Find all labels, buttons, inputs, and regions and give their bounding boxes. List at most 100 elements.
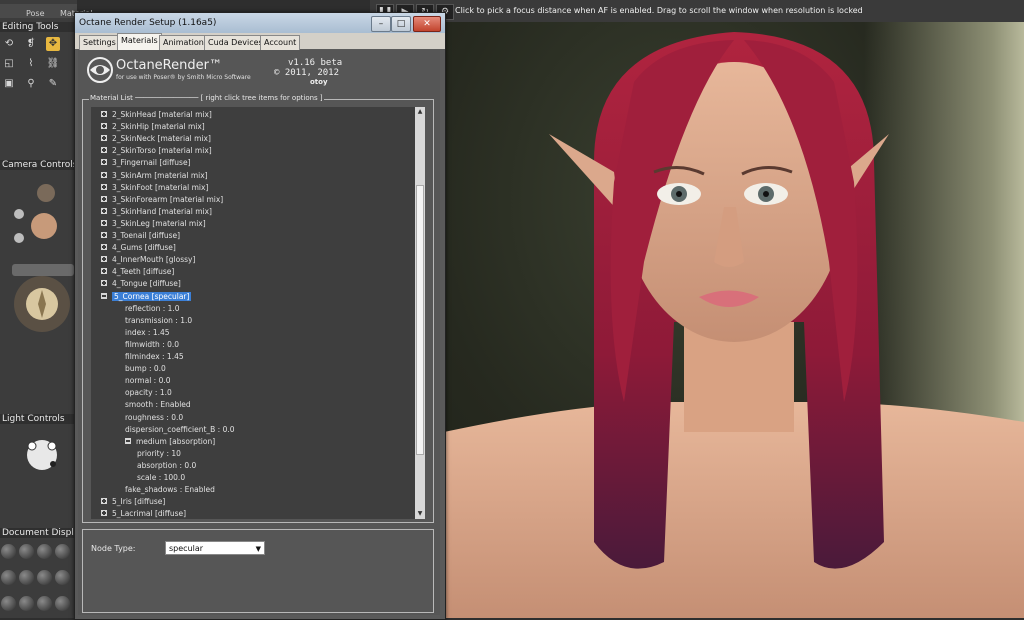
light-controls-label: Light Controls xyxy=(0,414,79,424)
display-style-row-3[interactable] xyxy=(0,595,80,613)
tree-item[interactable]: reflection : 1.0 xyxy=(125,303,180,315)
tab-account[interactable]: Account xyxy=(260,35,301,50)
render-viewport[interactable] xyxy=(444,22,1024,618)
expand-icon[interactable] xyxy=(101,111,107,117)
tree-item-label: normal : 0.0 xyxy=(125,376,171,386)
tree-item[interactable]: index : 1.45 xyxy=(125,327,170,339)
tree-item[interactable]: 2_SkinHip [material mix] xyxy=(101,121,205,133)
expand-icon[interactable] xyxy=(101,280,107,287)
octane-logo-icon xyxy=(87,57,113,83)
collapse-icon[interactable] xyxy=(101,292,107,299)
tab-animation[interactable]: Animation xyxy=(159,35,208,50)
close-icon[interactable]: ✕ xyxy=(413,16,441,32)
tree-item[interactable]: 4_InnerMouth [glossy] xyxy=(101,254,195,266)
tree-item[interactable]: normal : 0.0 xyxy=(125,375,171,387)
expand-icon[interactable] xyxy=(101,207,107,214)
tree-item[interactable]: 3_SkinFoot [material mix] xyxy=(101,182,208,194)
twist-tool-icon[interactable]: ❡ xyxy=(24,37,38,51)
rotate-tool-icon[interactable]: ⟲ xyxy=(2,37,16,51)
translate-tool-icon[interactable]: ✥ xyxy=(46,37,60,51)
tree-item[interactable]: priority : 10 xyxy=(137,448,181,460)
tree-item[interactable]: 3_Toenail [diffuse] xyxy=(101,230,180,242)
expand-icon[interactable] xyxy=(101,171,107,178)
tab-cuda-devices[interactable]: Cuda Devices xyxy=(204,35,267,50)
hand-camera-icon xyxy=(37,184,55,202)
light-controls-sphere[interactable] xyxy=(22,434,64,476)
tree-item[interactable]: 5_Cornea [specular] xyxy=(101,291,192,303)
display-style-row-1[interactable] xyxy=(0,543,80,561)
tree-item[interactable]: 3_Fingernail [diffuse] xyxy=(101,157,191,169)
expand-icon[interactable] xyxy=(101,219,107,226)
scale-tool-icon[interactable]: ◱ xyxy=(2,57,16,71)
taper-tool-icon[interactable]: ⌇ xyxy=(24,57,38,71)
tree-item[interactable]: 2_SkinNeck [material mix] xyxy=(101,133,211,145)
tree-item[interactable]: scale : 100.0 xyxy=(137,472,185,484)
tree-item[interactable]: 3_SkinLeg [material mix] xyxy=(101,218,206,230)
tree-item[interactable]: dispersion_coefficient_B : 0.0 xyxy=(125,424,235,436)
camera-move-bar xyxy=(12,264,74,276)
brand-subtitle: for use with Poser® by Smith Micro Softw… xyxy=(116,74,251,81)
tree-item-label: dispersion_coefficient_B : 0.0 xyxy=(125,424,235,434)
expand-icon[interactable] xyxy=(101,244,107,251)
tree-item[interactable]: 3_SkinForearm [material mix] xyxy=(101,194,223,206)
tree-item[interactable]: smooth : Enabled xyxy=(125,399,191,411)
camera-controls-widget[interactable] xyxy=(2,176,77,346)
tree-item-label: 3_Toenail [diffuse] xyxy=(112,231,181,240)
tree-item-label: 4_Teeth [diffuse] xyxy=(112,267,175,277)
scroll-down-icon[interactable]: ▼ xyxy=(415,509,425,519)
tree-item[interactable]: 3_SkinArm [material mix] xyxy=(101,170,208,182)
tree-item[interactable]: 4_Teeth [diffuse] xyxy=(101,266,174,278)
tree-item[interactable]: 4_Tongue [diffuse] xyxy=(101,278,181,290)
expand-icon[interactable] xyxy=(101,498,107,505)
chain-break-tool-icon[interactable]: ⛓ xyxy=(46,57,60,71)
tree-item[interactable]: filmwidth : 0.0 xyxy=(125,339,179,351)
tab-materials[interactable]: Materials xyxy=(117,33,162,50)
brand-name: OctaneRender™ xyxy=(116,58,222,73)
expand-icon[interactable] xyxy=(101,123,107,130)
maximize-icon[interactable]: □ xyxy=(391,16,411,32)
expand-icon[interactable] xyxy=(101,256,107,263)
material-tree[interactable]: 2_SkinHead [material mix] 2_SkinHip [mate… xyxy=(91,107,421,519)
tree-item[interactable]: fake_shadows : Enabled xyxy=(125,484,215,496)
collapse-icon[interactable] xyxy=(125,437,131,444)
camera-dolly-icon xyxy=(14,233,24,243)
expand-icon[interactable] xyxy=(101,135,107,142)
tree-item[interactable]: bump : 0.0 xyxy=(125,363,166,375)
room-tab-pose[interactable]: Pose xyxy=(26,9,45,18)
expand-icon[interactable] xyxy=(101,232,107,238)
tree-scrollbar[interactable]: ▲ ▼ xyxy=(415,107,425,519)
node-type-group: Node Type: specular ▼ xyxy=(82,529,434,613)
display-style-row-2[interactable] xyxy=(0,569,80,587)
tree-item-label: 3_SkinForearm [material mix] xyxy=(112,194,224,204)
expand-icon[interactable] xyxy=(101,183,107,190)
expand-icon[interactable] xyxy=(101,510,107,517)
tree-item-label: bump : 0.0 xyxy=(125,364,166,374)
expand-icon[interactable] xyxy=(101,268,107,275)
tree-item[interactable]: filmindex : 1.45 xyxy=(125,351,184,363)
color-tool-icon[interactable]: ▣ xyxy=(2,77,16,91)
scrollbar-thumb[interactable] xyxy=(416,185,424,455)
viewport-hint-text: Click to pick a focus distance when AF i… xyxy=(455,6,863,15)
tree-item[interactable]: 2_SkinHead [material mix] xyxy=(101,109,212,121)
camera-controls-label: Camera Controls xyxy=(0,160,79,170)
tree-item[interactable]: absorption : 0.0 xyxy=(137,460,196,472)
tree-item[interactable]: 5_Iris [diffuse] xyxy=(101,496,165,508)
tree-item[interactable]: medium [absorption] xyxy=(125,436,215,448)
camera-plane-icon xyxy=(14,209,24,219)
tree-item[interactable]: 4_Gums [diffuse] xyxy=(101,242,176,254)
tree-item[interactable]: roughness : 0.0 xyxy=(125,412,183,424)
scroll-up-icon[interactable]: ▲ xyxy=(415,107,425,117)
tree-item[interactable]: 2_SkinTorso [material mix] xyxy=(101,145,212,157)
expand-icon[interactable] xyxy=(101,195,107,202)
tree-item[interactable]: transmission : 1.0 xyxy=(125,315,192,327)
expand-icon[interactable] xyxy=(101,159,107,166)
tree-item[interactable]: 5_Lacrimal [diffuse] xyxy=(101,508,186,519)
node-type-select[interactable]: specular ▼ xyxy=(165,541,265,555)
minimize-icon[interactable]: – xyxy=(371,16,391,32)
expand-icon[interactable] xyxy=(101,147,107,154)
tree-item[interactable]: opacity : 1.0 xyxy=(125,387,172,399)
morph-brush-tool-icon[interactable]: ✎ xyxy=(46,77,60,91)
tree-item[interactable]: 3_SkinHand [material mix] xyxy=(101,206,212,218)
magnifier-tool-icon[interactable]: ⚲ xyxy=(24,77,38,91)
tab-settings[interactable]: Settings xyxy=(79,35,120,50)
